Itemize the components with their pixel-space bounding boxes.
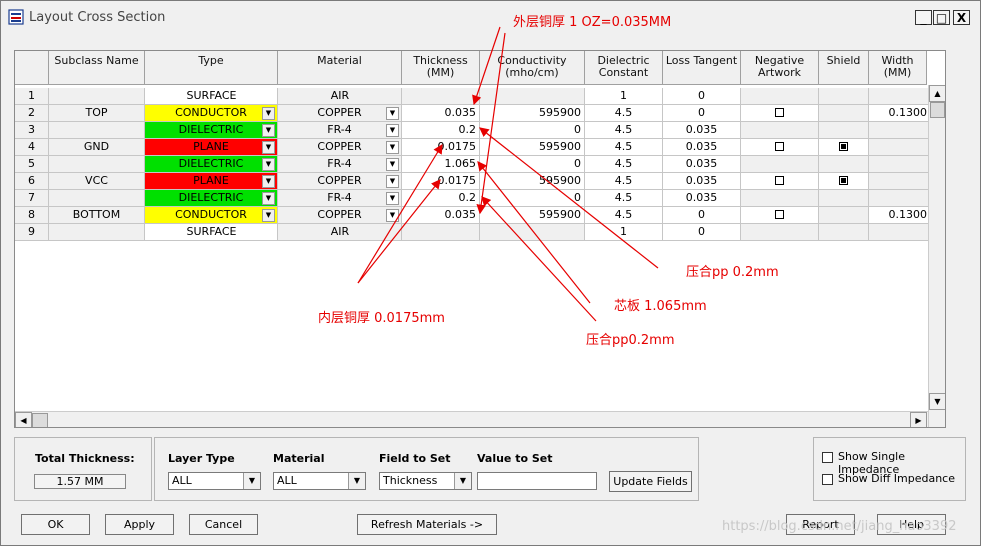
arrow-outer-top: [472, 26, 501, 106]
annotation-pp-bottom: 压合pp0.2mm: [586, 333, 675, 348]
arrow-inner-gnd: [357, 143, 443, 284]
arrow-inner-vcc: [357, 179, 441, 284]
annotation-core: 芯板 1.065mm: [614, 299, 707, 314]
annotation-arrows: [357, 26, 659, 322]
annotation-pp-top: 压合pp 0.2mm: [686, 265, 779, 280]
annotation-inner-copper: 内层铜厚 0.0175mm: [318, 311, 445, 326]
arrow-core: [477, 161, 591, 304]
arrow-outer-bottom: [476, 32, 506, 215]
arrow-pp-bottom: [481, 196, 597, 322]
watermark: https://blog.csdn.net/jiang_hao3392: [722, 519, 957, 534]
annotation-outer-copper: 外层铜厚 1 OZ=0.035MM: [513, 15, 672, 30]
